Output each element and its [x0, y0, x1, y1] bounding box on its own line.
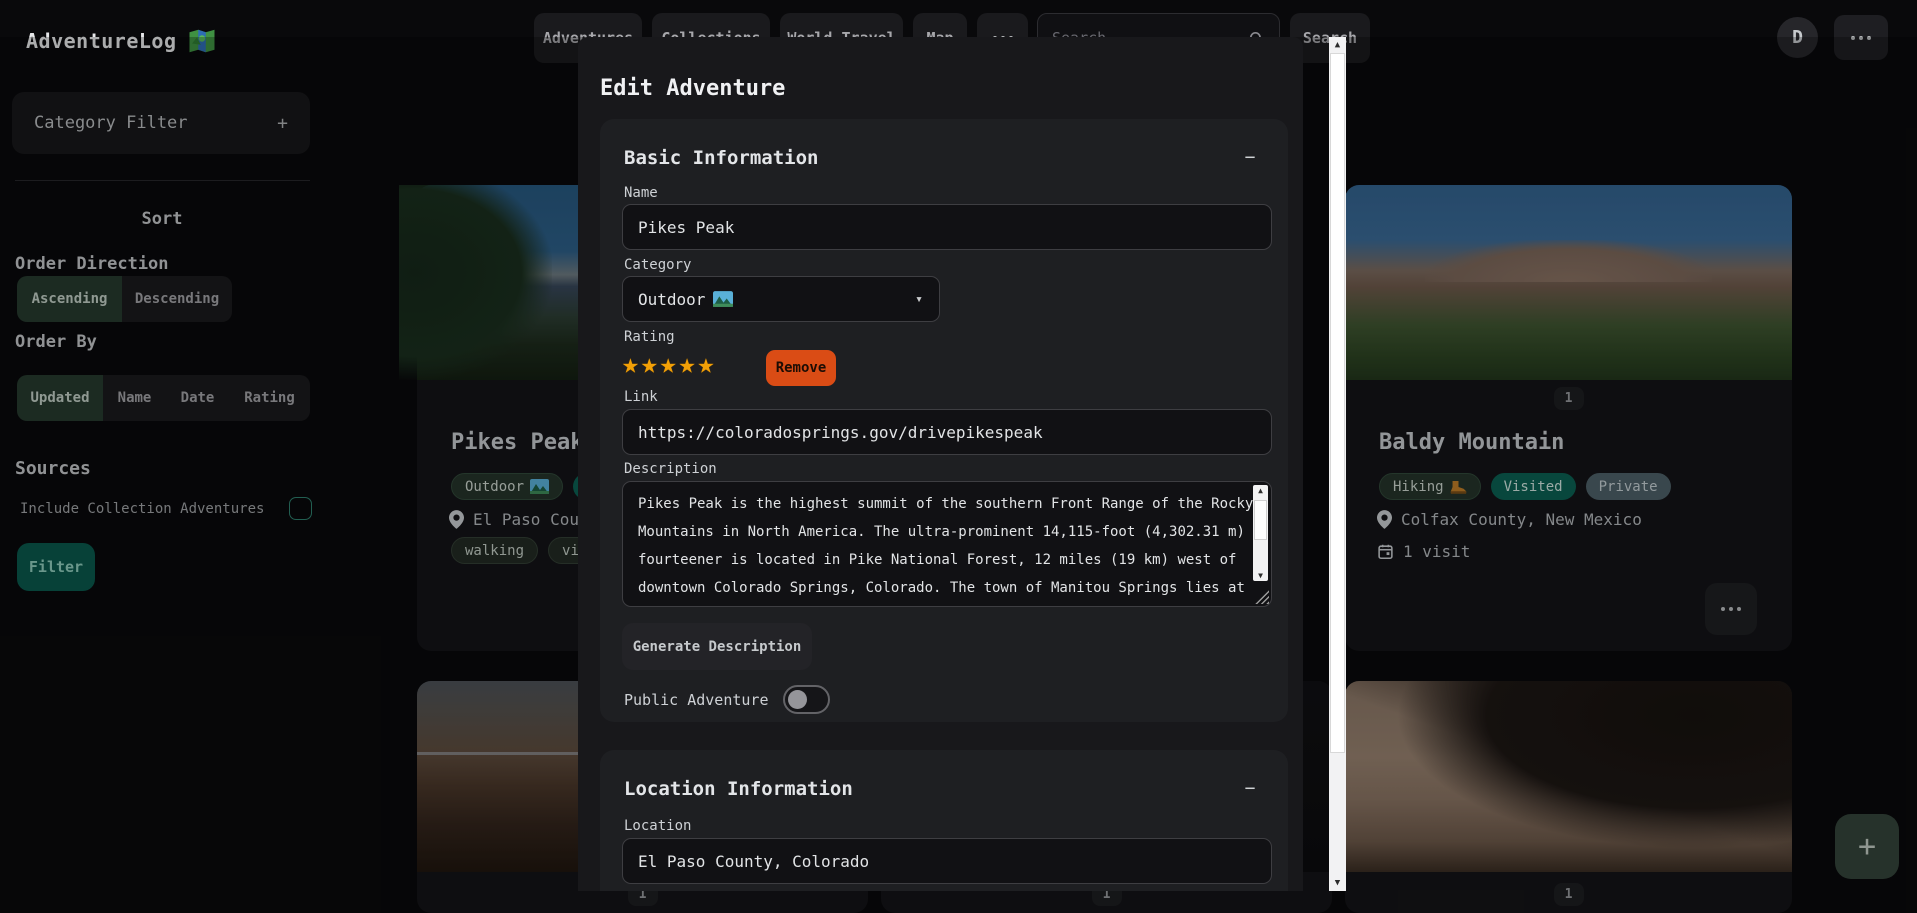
basic-information-section: Basic Information − Name Pikes Peak Cate… [600, 119, 1288, 722]
link-value: https://coloradosprings.gov/drivepikespe… [638, 423, 1043, 442]
description-label: Description [624, 461, 717, 477]
toggle-knob [788, 690, 807, 709]
scroll-up-icon[interactable]: ▲ [1253, 486, 1268, 495]
star-icon[interactable]: ★ [697, 347, 714, 381]
scroll-down-icon[interactable]: ▼ [1329, 878, 1346, 888]
category-label: Category [624, 257, 691, 273]
scrollbar-thumb[interactable] [1330, 53, 1345, 753]
name-value: Pikes Peak [638, 218, 734, 237]
textarea-scrollbar[interactable]: ▲ ▼ [1253, 485, 1268, 581]
location-value: El Paso County, Colorado [638, 852, 869, 871]
chevron-down-icon: ▾ [915, 292, 923, 307]
description-value: Pikes Peak is the highest summit of the … [638, 490, 1260, 607]
adventurelog-app: AdventureLog Adventures Collections Worl… [0, 0, 1917, 913]
collapse-section-button[interactable]: − [1238, 145, 1262, 169]
rating-label: Rating [624, 329, 675, 345]
section-title: Location Information [624, 778, 853, 800]
edit-adventure-modal: Edit Adventure Basic Information − Name … [578, 37, 1303, 891]
textarea-resize-handle[interactable] [1255, 590, 1269, 604]
modal-scrollbar[interactable]: ▲ ▼ [1329, 37, 1346, 891]
scrollbar-thumb[interactable] [1254, 500, 1267, 540]
name-field[interactable]: Pikes Peak [622, 204, 1272, 250]
remove-rating-button[interactable]: Remove [766, 350, 836, 386]
scroll-up-icon[interactable]: ▲ [1329, 40, 1346, 50]
location-label: Location [624, 818, 691, 834]
modal-title: Edit Adventure [600, 76, 785, 101]
star-icon[interactable]: ★ [660, 347, 677, 381]
star-rating[interactable]: ★ ★ ★ ★ ★ [622, 347, 714, 381]
generate-description-button[interactable]: Generate Description [622, 623, 812, 670]
outdoor-park-icon [713, 291, 733, 307]
name-label: Name [624, 185, 658, 201]
star-icon[interactable]: ★ [679, 347, 696, 381]
star-icon[interactable]: ★ [641, 347, 658, 381]
star-icon[interactable]: ★ [622, 347, 639, 381]
link-label: Link [624, 389, 658, 405]
category-select[interactable]: Outdoor ▾ [622, 276, 940, 322]
public-adventure-label: Public Adventure [624, 691, 769, 709]
location-information-section: Location Information − Location El Paso … [600, 750, 1288, 891]
section-title: Basic Information [624, 147, 818, 169]
description-textarea[interactable]: Pikes Peak is the highest summit of the … [622, 481, 1272, 607]
link-field[interactable]: https://coloradosprings.gov/drivepikespe… [622, 409, 1272, 455]
location-field[interactable]: El Paso County, Colorado [622, 838, 1272, 884]
public-adventure-row: Public Adventure [624, 685, 830, 714]
scroll-down-icon[interactable]: ▼ [1253, 571, 1268, 580]
category-value: Outdoor [638, 290, 705, 309]
public-adventure-toggle[interactable] [783, 685, 830, 714]
collapse-section-button[interactable]: − [1238, 776, 1262, 800]
